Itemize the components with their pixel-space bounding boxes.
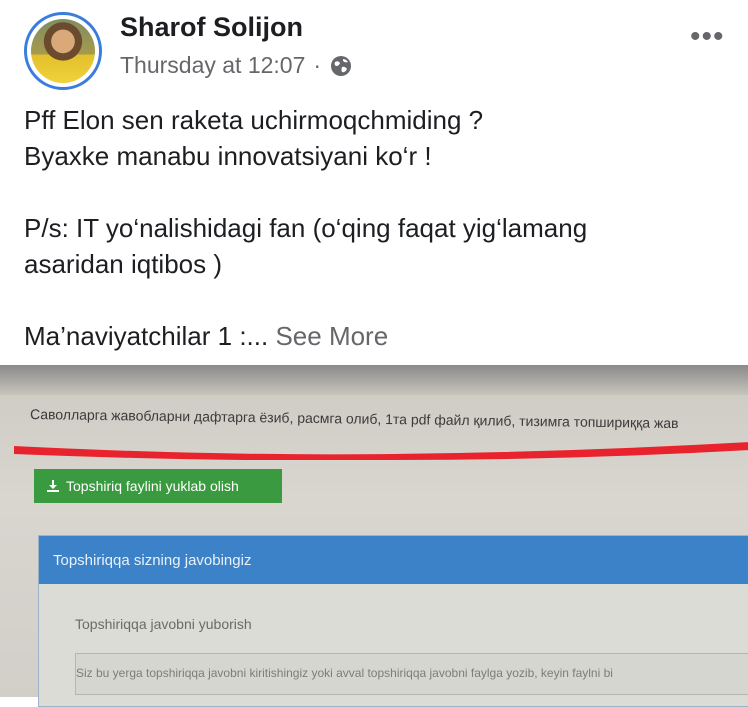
avatar-photo [31, 19, 95, 83]
photo-instruction-text: Саволларга жавобларни дафтарга ёзиб, рас… [29, 405, 679, 432]
post-line: Byaxke manabu innovatsiyani ko‘r ! [24, 141, 432, 171]
more-options-icon[interactable]: ••• [690, 20, 725, 54]
globe-icon[interactable] [329, 54, 353, 78]
post-line-last: Ma’naviyatchilar 1 :... See More [24, 318, 724, 354]
answer-input-hint: Siz bu yerga topshiriqqa javobni kiritis… [76, 666, 613, 680]
post-line: P/s: IT yo‘nalishidagi fan (o‘qing faqat… [24, 213, 588, 243]
download-icon [47, 480, 59, 492]
photo-top-band [0, 365, 748, 395]
post-line: Ma’naviyatchilar 1 :... [24, 321, 269, 351]
author-name[interactable]: Sharof Solijon [120, 12, 303, 43]
see-more-link[interactable]: See More [275, 321, 388, 351]
post-line: asaridan iqtibos ) [24, 249, 222, 279]
post-timestamp[interactable]: Thursday at 12:07 [120, 52, 305, 79]
answer-panel-title: Topshiriqqa sizning javobingiz [39, 536, 748, 584]
avatar[interactable] [24, 12, 102, 90]
red-marker-underline [14, 442, 748, 460]
answer-input[interactable]: Siz bu yerga topshiriqqa javobni kiritis… [75, 653, 748, 695]
post-text: Pff Elon sen raketa uchirmoqchmiding ? B… [24, 102, 724, 354]
post-meta: Thursday at 12:07 · [120, 52, 353, 79]
meta-separator: · [313, 52, 322, 78]
answer-panel: Topshiriqqa sizning javobingiz Topshiriq… [38, 535, 748, 707]
post-line: Pff Elon sen raketa uchirmoqchmiding ? [24, 105, 484, 135]
download-task-button[interactable]: Topshiriq faylini yuklab olish [34, 469, 282, 503]
answer-submit-label: Topshiriqqa javobni yuborish [75, 616, 252, 632]
post-header: Sharof Solijon Thursday at 12:07 · ••• [0, 0, 748, 95]
download-task-label: Topshiriq faylini yuklab olish [66, 478, 239, 494]
